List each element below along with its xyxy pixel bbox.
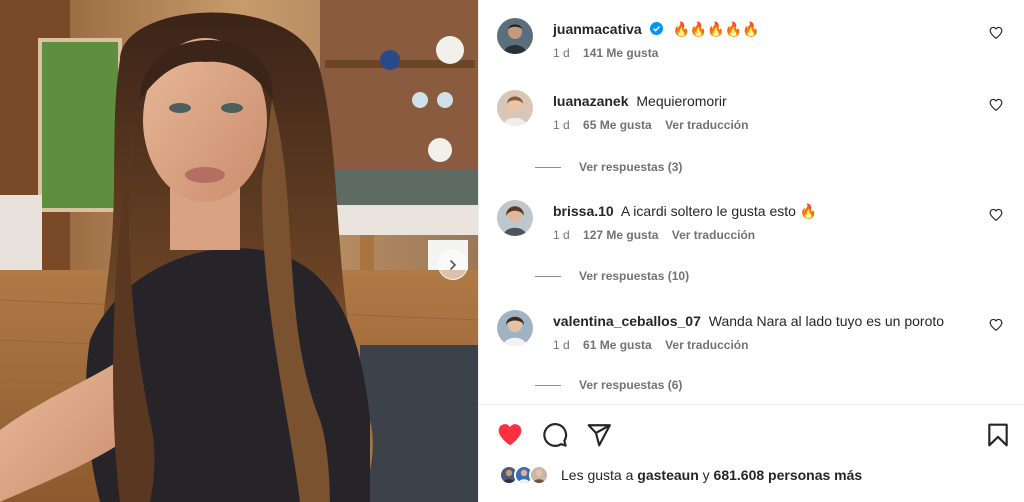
post-photo[interactable] (0, 0, 478, 502)
comment-text: Mequieromorir (636, 93, 727, 109)
comment-icon (543, 423, 568, 447)
share-button[interactable] (586, 422, 612, 448)
comment-like-button[interactable] (989, 318, 1003, 332)
see-translation-link[interactable]: Ver traducción (672, 228, 755, 242)
comment-username[interactable]: brissa.10 (553, 203, 614, 219)
liker-avatars[interactable] (499, 465, 553, 485)
avatar[interactable] (497, 90, 533, 126)
comment-like-button[interactable] (989, 208, 1003, 222)
like-button[interactable] (497, 422, 523, 448)
likes-summary: Les gusta a gasteaun y 681.608 personas … (499, 465, 862, 485)
comment-text: A icardi soltero le gusta esto 🔥 (620, 203, 818, 219)
comment-body: juanmacativa 🔥🔥🔥🔥🔥 1 d 141 Me gusta (553, 20, 973, 60)
comment-text: 🔥🔥🔥🔥🔥 (672, 21, 760, 37)
comment-text: Wanda Nara al lado tuyo es un poroto (708, 313, 945, 329)
comment-username[interactable]: juanmacativa (553, 21, 642, 37)
liker-username[interactable]: gasteaun (637, 467, 698, 483)
heart-filled-icon (498, 424, 522, 446)
comment-time[interactable]: 1 d (553, 338, 570, 352)
view-replies-button[interactable]: Ver respuestas (6) (535, 378, 682, 392)
carousel-next-button[interactable] (438, 250, 468, 280)
heart-outline-icon (989, 208, 1003, 221)
avatar[interactable] (497, 200, 533, 236)
comment-likes[interactable]: 65 Me gusta (583, 118, 652, 132)
see-translation-link[interactable]: Ver traducción (665, 118, 748, 132)
comment-body: luanazanek Mequieromorir 1 d 65 Me gusta… (553, 92, 973, 132)
comment-meta: 1 d 61 Me gusta Ver traducción (553, 338, 973, 352)
view-replies-label: Ver respuestas (10) (579, 269, 690, 283)
post-actions-bar: Les gusta a gasteaun y 681.608 personas … (479, 404, 1024, 502)
verified-badge-icon (649, 22, 663, 35)
view-replies-label: Ver respuestas (3) (579, 160, 683, 174)
likes-prefix: Les gusta a (561, 467, 634, 483)
bookmark-icon (988, 423, 1008, 447)
avatar[interactable] (497, 310, 533, 346)
comments-panel: juanmacativa 🔥🔥🔥🔥🔥 1 d 141 Me gusta luan… (478, 0, 1024, 502)
comment-meta: 1 d 141 Me gusta (553, 46, 973, 60)
comment-button[interactable] (542, 422, 568, 448)
avatar[interactable] (497, 18, 533, 54)
comment-username[interactable]: luanazanek (553, 93, 628, 109)
comment-likes[interactable]: 141 Me gusta (583, 46, 658, 60)
view-replies-button[interactable]: Ver respuestas (10) (535, 269, 689, 283)
comment-time[interactable]: 1 d (553, 228, 570, 242)
comment-time[interactable]: 1 d (553, 46, 570, 60)
avatar (529, 465, 549, 485)
comment-likes[interactable]: 127 Me gusta (583, 228, 658, 242)
comment-time[interactable]: 1 d (553, 118, 570, 132)
replies-divider (535, 275, 561, 277)
comment-like-button[interactable] (989, 26, 1003, 40)
see-translation-link[interactable]: Ver traducción (665, 338, 748, 352)
post-image (0, 0, 478, 502)
view-replies-label: Ver respuestas (6) (579, 378, 683, 392)
comment-meta: 1 d 127 Me gusta Ver traducción (553, 228, 973, 242)
likes-connector: y (702, 467, 710, 483)
heart-outline-icon (989, 318, 1003, 331)
heart-outline-icon (989, 26, 1003, 39)
comment-body: valentina_ceballos_07 Wanda Nara al lado… (553, 312, 973, 352)
comment-likes[interactable]: 61 Me gusta (583, 338, 652, 352)
comment-username[interactable]: valentina_ceballos_07 (553, 313, 701, 329)
comment-body: brissa.10 A icardi soltero le gusta esto… (553, 202, 973, 242)
heart-outline-icon (989, 98, 1003, 111)
save-button[interactable] (985, 422, 1011, 448)
replies-divider (535, 166, 561, 168)
replies-divider (535, 384, 561, 386)
comments-list[interactable]: juanmacativa 🔥🔥🔥🔥🔥 1 d 141 Me gusta luan… (479, 0, 1024, 404)
chevron-right-icon (450, 260, 457, 270)
comment-like-button[interactable] (989, 98, 1003, 112)
comment-meta: 1 d 65 Me gusta Ver traducción (553, 118, 973, 132)
send-icon (587, 424, 611, 447)
likes-count[interactable]: 681.608 personas más (714, 467, 863, 483)
view-replies-button[interactable]: Ver respuestas (3) (535, 160, 682, 174)
